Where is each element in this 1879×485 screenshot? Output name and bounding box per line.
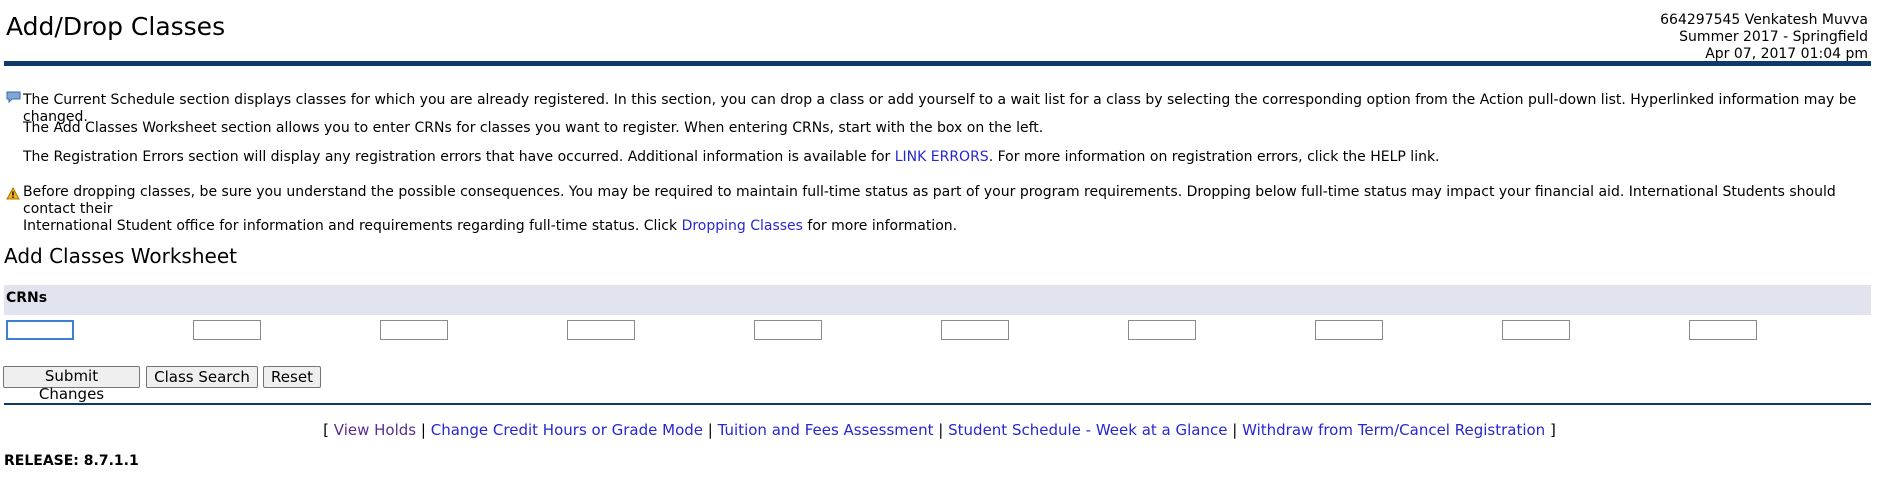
separator: |	[1232, 421, 1238, 439]
change-credit-hours-link[interactable]: Change Credit Hours or Grade Mode	[431, 421, 703, 439]
footer-divider	[4, 403, 1871, 405]
crn-label: CRNs	[6, 290, 48, 306]
footer-links: [ View Holds | Change Credit Hours or Gr…	[0, 421, 1879, 439]
student-schedule-link[interactable]: Student Schedule - Week at a Glance	[948, 421, 1227, 439]
warning-text-before: International Student office for informa…	[23, 218, 682, 234]
crn-input-3[interactable]	[380, 320, 448, 340]
header-divider	[4, 61, 1871, 66]
submit-changes-button[interactable]: Submit Changes	[3, 366, 140, 403]
warning-icon	[6, 187, 20, 200]
warning-text: Before dropping classes, be sure you und…	[23, 184, 1879, 235]
info-errors-text-after: . For more information on registration e…	[988, 149, 1440, 165]
warning-line-1: Before dropping classes, be sure you und…	[23, 184, 1836, 217]
withdraw-link[interactable]: Withdraw from Term/Cancel Registration	[1242, 421, 1545, 439]
separator: |	[707, 421, 713, 439]
crn-input-4[interactable]	[567, 320, 635, 340]
crn-input-1[interactable]	[6, 320, 74, 340]
release-version: RELEASE: 8.7.1.1	[4, 453, 139, 469]
term-info: Summer 2017 - Springfield	[1679, 29, 1868, 45]
crn-input-9[interactable]	[1502, 320, 1570, 340]
separator: |	[938, 421, 944, 439]
reset-button[interactable]: Reset	[263, 366, 321, 388]
page-title: Add/Drop Classes	[6, 12, 226, 41]
separator: |	[420, 421, 426, 439]
crn-input-10[interactable]	[1689, 320, 1757, 340]
link-errors-link[interactable]: LINK ERRORS	[895, 149, 989, 165]
crn-input-6[interactable]	[941, 320, 1009, 340]
user-id-name: 664297545 Venkatesh Muvva	[1660, 12, 1868, 28]
info-errors-text: The Registration Errors section will dis…	[23, 149, 895, 165]
info-registration-errors: The Registration Errors section will dis…	[23, 149, 1440, 166]
warning-line-2: International Student office for informa…	[23, 218, 1879, 235]
crn-header: CRNs	[4, 285, 1871, 315]
speech-bubble-icon	[6, 91, 21, 103]
open-bracket: [	[323, 421, 329, 439]
view-holds-link[interactable]: View Holds	[334, 421, 416, 439]
crn-input-7[interactable]	[1128, 320, 1196, 340]
crn-input-2[interactable]	[193, 320, 261, 340]
user-info: 664297545 Venkatesh Muvva Summer 2017 - …	[1660, 12, 1868, 63]
page-header: Add/Drop Classes 664297545 Venkatesh Muv…	[0, 0, 1879, 66]
crn-input-5[interactable]	[754, 320, 822, 340]
crn-input-8[interactable]	[1315, 320, 1383, 340]
warning-text-after: for more information.	[802, 218, 958, 234]
info-add-classes: The Add Classes Worksheet section allows…	[23, 120, 1044, 136]
tuition-fees-link[interactable]: Tuition and Fees Assessment	[718, 421, 934, 439]
close-bracket: ]	[1549, 421, 1556, 439]
worksheet-title: Add Classes Worksheet	[4, 244, 237, 268]
dropping-classes-link[interactable]: Dropping Classes	[682, 218, 803, 234]
class-search-button[interactable]: Class Search	[146, 366, 258, 388]
